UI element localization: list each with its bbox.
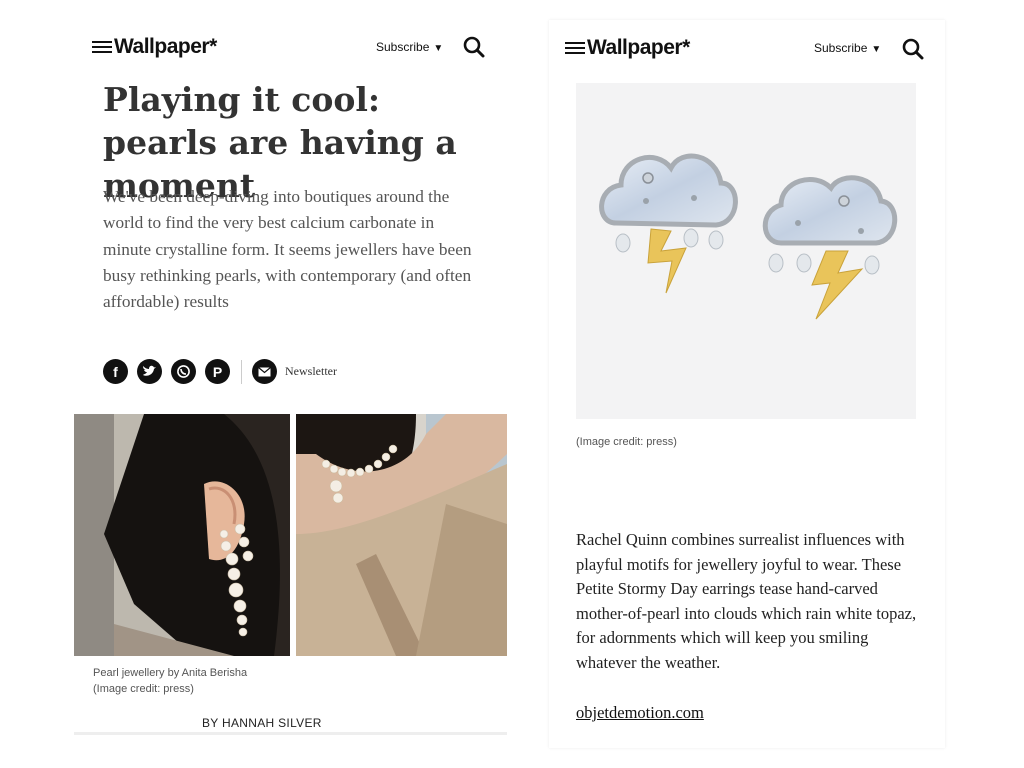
subscribe-button[interactable]: Subscribe ▼ xyxy=(814,41,881,55)
hero-image-earring xyxy=(74,414,290,656)
retailer-link[interactable]: objetdemotion.com xyxy=(576,703,704,723)
mail-icon xyxy=(258,366,271,376)
search-icon[interactable] xyxy=(463,36,485,58)
subscribe-label: Subscribe xyxy=(814,41,868,55)
hero-image-necklace xyxy=(296,414,507,656)
hero-caption-credit: (Image credit: press) xyxy=(93,683,194,695)
image-credit: (Image credit: press) xyxy=(576,436,677,448)
menu-icon[interactable] xyxy=(565,42,585,56)
earring-photo xyxy=(74,414,290,656)
pinterest-share-button[interactable]: P xyxy=(205,359,230,384)
twitter-icon xyxy=(143,365,156,376)
hero-caption-title: Pearl jewellery by Anita Berisha xyxy=(93,667,248,679)
site-header: Wallpaper* Subscribe ▼ xyxy=(549,20,945,70)
right-screen: Wallpaper* Subscribe ▼ (Image credit: pr… xyxy=(549,20,945,748)
facebook-icon: f xyxy=(113,363,118,380)
whatsapp-icon xyxy=(177,365,190,378)
share-bar: f P Newsletter xyxy=(103,359,337,384)
share-divider xyxy=(241,359,242,384)
facebook-share-button[interactable]: f xyxy=(103,359,128,384)
menu-icon[interactable] xyxy=(92,41,112,55)
site-header: Wallpaper* Subscribe ▼ xyxy=(74,22,507,72)
left-screen: Wallpaper* Subscribe ▼ Playing it cool: p… xyxy=(74,22,507,738)
cloud-earrings-photo xyxy=(599,153,898,320)
newsletter-button[interactable] xyxy=(252,359,277,384)
necklace-photo xyxy=(296,414,507,656)
newsletter-label[interactable]: Newsletter xyxy=(285,364,337,379)
subscribe-button[interactable]: Subscribe ▼ xyxy=(376,40,443,54)
hero-caption: Pearl jewellery by Anita Berisha (Image … xyxy=(93,665,247,697)
caret-down-icon: ▼ xyxy=(433,43,444,54)
site-logo[interactable]: Wallpaper* xyxy=(114,35,217,59)
subscribe-label: Subscribe xyxy=(376,40,430,54)
article-dek: We've been deep-diving into boutiques ar… xyxy=(103,187,472,312)
search-icon[interactable] xyxy=(902,38,924,60)
product-image-earrings xyxy=(576,83,916,419)
twitter-share-button[interactable] xyxy=(137,359,162,384)
pinterest-icon: P xyxy=(212,363,223,380)
caret-down-icon: ▼ xyxy=(871,44,882,55)
article-byline[interactable]: BY HANNAH SILVER xyxy=(202,716,322,730)
bottom-divider xyxy=(74,732,507,735)
site-logo[interactable]: Wallpaper* xyxy=(587,36,690,60)
article-body: Rachel Quinn combines surrealist influen… xyxy=(576,530,917,672)
whatsapp-share-button[interactable] xyxy=(171,359,196,384)
